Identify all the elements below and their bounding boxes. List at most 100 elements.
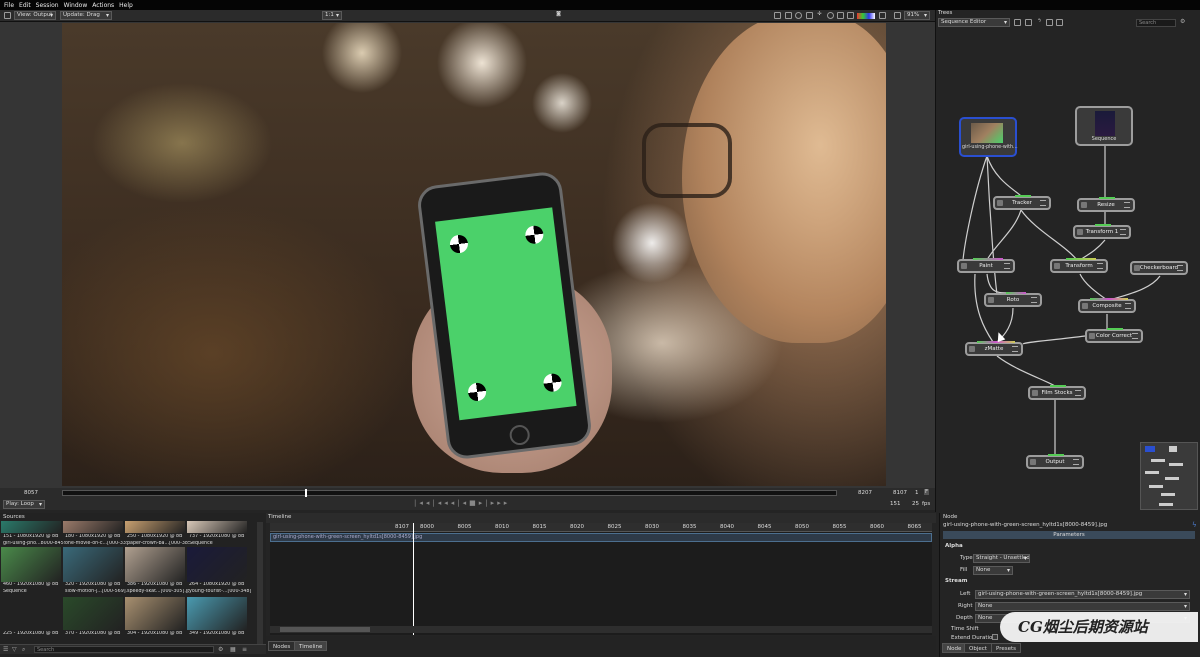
tab-timeline[interactable]: Timeline	[294, 641, 328, 651]
source-thumbnail[interactable]	[187, 597, 247, 630]
grid-icon[interactable]	[785, 12, 792, 19]
tab-presets[interactable]: Presets	[991, 643, 1022, 653]
edge	[1020, 209, 1078, 261]
mask-icon[interactable]	[827, 12, 834, 19]
timeline-tick-label: 8005	[457, 524, 472, 530]
viewer-canvas[interactable]	[62, 23, 886, 486]
funnel-icon[interactable]: ▽	[12, 646, 17, 653]
search-icon[interactable]	[795, 12, 802, 19]
fast-fwd-icon[interactable]: ▸▸	[497, 499, 510, 507]
source-thumbnail[interactable]	[1, 547, 61, 582]
source-thumbnail[interactable]	[63, 547, 123, 582]
sources-scrollbar[interactable]	[257, 522, 263, 644]
timeline-clip[interactable]: girl-using-phone-with-green-screen_hyltd…	[270, 533, 932, 542]
source-thumbnail[interactable]	[1, 597, 61, 630]
node-checkerboard[interactable]: Checkerboard	[1130, 261, 1188, 275]
camera-icon[interactable]: ◙	[555, 12, 562, 19]
channel-icon[interactable]	[847, 12, 854, 19]
glasses	[642, 123, 732, 198]
minimap-node	[1149, 485, 1163, 488]
timeline-current-marker: 8107	[395, 524, 409, 530]
menu-file[interactable]: File	[4, 2, 14, 9]
node-output[interactable]: Output	[1026, 454, 1084, 469]
lut-icon[interactable]	[879, 12, 886, 19]
update-select[interactable]: Update: Drag	[60, 11, 112, 20]
tracking-marker	[467, 381, 488, 402]
step-fwd-icon[interactable]: |▸	[485, 499, 497, 507]
tab-nodes[interactable]: Nodes	[268, 641, 296, 651]
node-zmatte[interactable]: zMatte	[965, 341, 1023, 356]
source-thumbnail[interactable]	[1, 521, 61, 533]
rewind-icon[interactable]: ◂◂	[438, 499, 451, 507]
source-thumbnail[interactable]	[187, 547, 247, 582]
viewer-settings-icon[interactable]	[4, 12, 11, 19]
node-tracker[interactable]: Tracker	[993, 195, 1051, 210]
menu-edit[interactable]: Edit	[19, 2, 31, 9]
alpha-type-select[interactable]: Straight - Unsettled	[973, 554, 1030, 563]
stop-icon[interactable]: ■	[469, 499, 479, 507]
source-info-label: 225 - 1920x1080 @ 8B	[3, 631, 59, 636]
node-source-girl[interactable]: girl-using-phone-with...	[959, 117, 1018, 157]
node-film-stocks[interactable]: Film Stocks	[1028, 385, 1086, 400]
zoom-ratio-select[interactable]: 1:1	[322, 11, 342, 20]
node-color-correct[interactable]: Color Correct	[1085, 328, 1143, 343]
jump-start-icon[interactable]: |◂	[414, 499, 426, 507]
source-thumbnail[interactable]	[125, 547, 185, 582]
node-roto[interactable]: Roto	[984, 292, 1042, 307]
stream-right-select[interactable]: None	[975, 602, 1190, 611]
source-thumbnail[interactable]	[125, 521, 185, 533]
frame-icon[interactable]	[806, 12, 813, 19]
zoom-icon[interactable]	[894, 12, 901, 19]
timeline-tick-label: 8040	[720, 524, 734, 530]
rgb-channels-icon[interactable]	[857, 13, 875, 19]
view-select[interactable]: View: Output	[14, 11, 56, 20]
fit-icon[interactable]: ✣	[816, 12, 823, 19]
grid-view-icon[interactable]: ▦	[230, 646, 236, 653]
list-view-icon[interactable]: ≡	[242, 646, 247, 653]
timeline-tick-label: 8000	[420, 524, 434, 530]
alpha-fill-select[interactable]: None	[973, 566, 1013, 575]
alpha-section[interactable]: Alpha	[945, 543, 963, 549]
stream-section[interactable]: Stream	[945, 578, 967, 584]
source-thumbnail[interactable]	[125, 597, 185, 630]
filter-icon[interactable]: ☰	[3, 646, 8, 653]
fps-value[interactable]: 25	[912, 501, 919, 507]
node-sequence[interactable]: Sequence	[1075, 106, 1133, 146]
timeline-scrollbar[interactable]	[270, 626, 932, 633]
lightning-icon[interactable]: ϟ	[1192, 521, 1197, 529]
node-paint[interactable]: Paint	[957, 258, 1015, 273]
timeline-tick-label: 8020	[570, 524, 584, 530]
node-transform-1[interactable]: Transform 1	[1073, 224, 1131, 239]
step-back-icon[interactable]: ◂|	[451, 499, 463, 507]
tab-node[interactable]: Node	[942, 643, 967, 653]
node-transform[interactable]: Transform	[1050, 258, 1108, 273]
node-resize[interactable]: Resize	[1077, 197, 1135, 212]
scrubber-handle[interactable]	[305, 489, 307, 497]
extend-duration-checkbox[interactable]	[992, 634, 998, 640]
node-composite[interactable]: Composite	[1078, 298, 1136, 313]
play-mode-select[interactable]: Play: Loop	[3, 500, 45, 509]
zoom-percent-select[interactable]: 91%	[904, 11, 930, 20]
tab-object[interactable]: Object	[964, 643, 992, 653]
playhead[interactable]	[413, 523, 414, 635]
menu-actions[interactable]: Actions	[92, 2, 114, 9]
frame-f-button[interactable]: F	[924, 489, 930, 495]
sources-search-input[interactable]: Search	[34, 646, 214, 653]
settings-icon[interactable]: ⚙	[218, 646, 223, 653]
display-icon[interactable]	[774, 12, 781, 19]
source-thumbnail[interactable]	[63, 521, 123, 533]
timeline-ruler[interactable]: 8107 8000 8005 8010 8015 8020 8025 8030 8035 804…	[270, 523, 932, 532]
node-thumbnail	[1095, 111, 1115, 136]
menu-window[interactable]: Window	[64, 2, 88, 9]
menu-session[interactable]: Session	[36, 2, 59, 9]
menu-help[interactable]: Help	[119, 2, 133, 9]
frame-scrubber[interactable]	[62, 489, 837, 497]
timeline-panel[interactable]: 8107 8000 8005 8010 8015 8020 8025 8030 8035 804…	[270, 523, 932, 635]
node-graph-minimap[interactable]	[1140, 442, 1198, 510]
timeline-scroll-thumb[interactable]	[280, 627, 370, 632]
color-picker-icon[interactable]	[837, 12, 844, 19]
prev-key-icon[interactable]: ◂|	[426, 499, 438, 507]
stream-left-select[interactable]: girl-using-phone-with-green-screen_hyltd…	[975, 590, 1190, 599]
source-thumbnail[interactable]	[187, 521, 247, 533]
source-thumbnail[interactable]	[63, 597, 123, 630]
